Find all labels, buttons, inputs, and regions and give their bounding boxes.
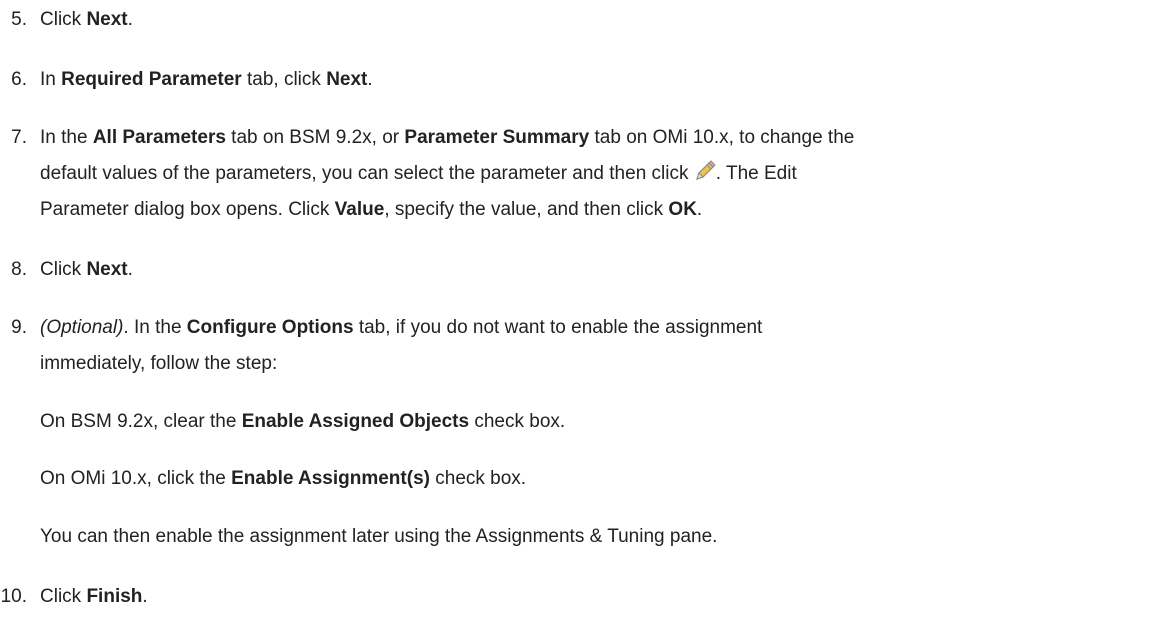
text-run: check box. — [429, 468, 527, 489]
step-number: 6. — [11, 69, 27, 90]
bold-term: Configure Options — [186, 317, 354, 338]
step-text-line-1: In the All Parameters tab on BSM 9.2x, o… — [40, 121, 1156, 155]
bold-term: Next — [326, 69, 368, 90]
bold-term: Enable Assigned Objects — [241, 411, 470, 432]
text-run: . — [127, 259, 133, 280]
step-text: Click Finish. — [40, 580, 1156, 614]
step-text-after-icon: . The Edit — [715, 163, 797, 184]
bold-term: Finish — [86, 586, 143, 607]
step-number: 5. — [11, 9, 27, 30]
text-run: Click — [40, 9, 87, 30]
text-run: tab on OMi 10.x, to change the — [589, 127, 855, 148]
bold-term: Next — [86, 259, 128, 280]
text-run: In the — [40, 127, 93, 148]
step-text: Click Next. — [40, 3, 1156, 37]
text-run: On OMi 10.x, click the — [40, 468, 232, 489]
text-run: . — [127, 9, 133, 30]
bold-term: All Parameters — [92, 127, 226, 148]
pencil-edit-icon — [694, 160, 716, 182]
step-number: 10. — [0, 586, 27, 607]
text-run: On BSM 9.2x, clear the — [40, 411, 242, 432]
text-run: Click — [40, 259, 87, 280]
italic-term: (Optional) — [40, 317, 124, 338]
bold-term: Value — [334, 199, 385, 220]
text-run: Click — [40, 586, 87, 607]
text-run: . In the — [123, 317, 187, 338]
text-run: In — [40, 69, 62, 90]
bold-term: OK — [668, 199, 697, 220]
step-text-line-2: default values of the parameters, you ca… — [40, 157, 1156, 191]
text-run: , specify the value, and then click — [384, 199, 669, 220]
text-run: tab, if you do not want to enable the as… — [353, 317, 763, 338]
bold-term: Required Parameter — [61, 69, 242, 90]
text-run: check box. — [469, 411, 566, 432]
step-subparagraph: On OMi 10.x, click the Enable Assignment… — [40, 462, 1156, 496]
bold-term: Parameter Summary — [404, 127, 590, 148]
text-run: . — [142, 586, 148, 607]
step-number: 7. — [11, 127, 27, 148]
step-text: Click Next. — [40, 253, 1156, 287]
text-run: You can then enable the assignment later… — [40, 526, 718, 547]
bold-term: Next — [86, 9, 128, 30]
step-text-line-1: (Optional). In the Configure Options tab… — [40, 311, 1156, 345]
step-text-line-3: Parameter dialog box opens. Click Value,… — [40, 193, 1156, 227]
text-run: . — [367, 69, 373, 90]
bold-term: Enable Assignment(s) — [231, 468, 430, 489]
step-subparagraph: On BSM 9.2x, clear the Enable Assigned O… — [40, 405, 1156, 439]
step-text: In Required Parameter tab, click Next. — [40, 63, 1156, 97]
text-run: tab on BSM 9.2x, or — [225, 127, 405, 148]
text-run: immediately, follow the step: — [40, 353, 278, 374]
step-text-before-icon: default values of the parameters, you ca… — [40, 163, 694, 184]
text-run: Parameter dialog box opens. Click — [40, 199, 335, 220]
step-text-line-2: immediately, follow the step: — [40, 347, 1156, 381]
text-run: tab, click — [241, 69, 327, 90]
step-number: 9. — [11, 317, 27, 338]
step-number: 8. — [11, 259, 27, 280]
text-run: . — [696, 199, 703, 220]
step-subparagraph: You can then enable the assignment later… — [40, 520, 1156, 554]
